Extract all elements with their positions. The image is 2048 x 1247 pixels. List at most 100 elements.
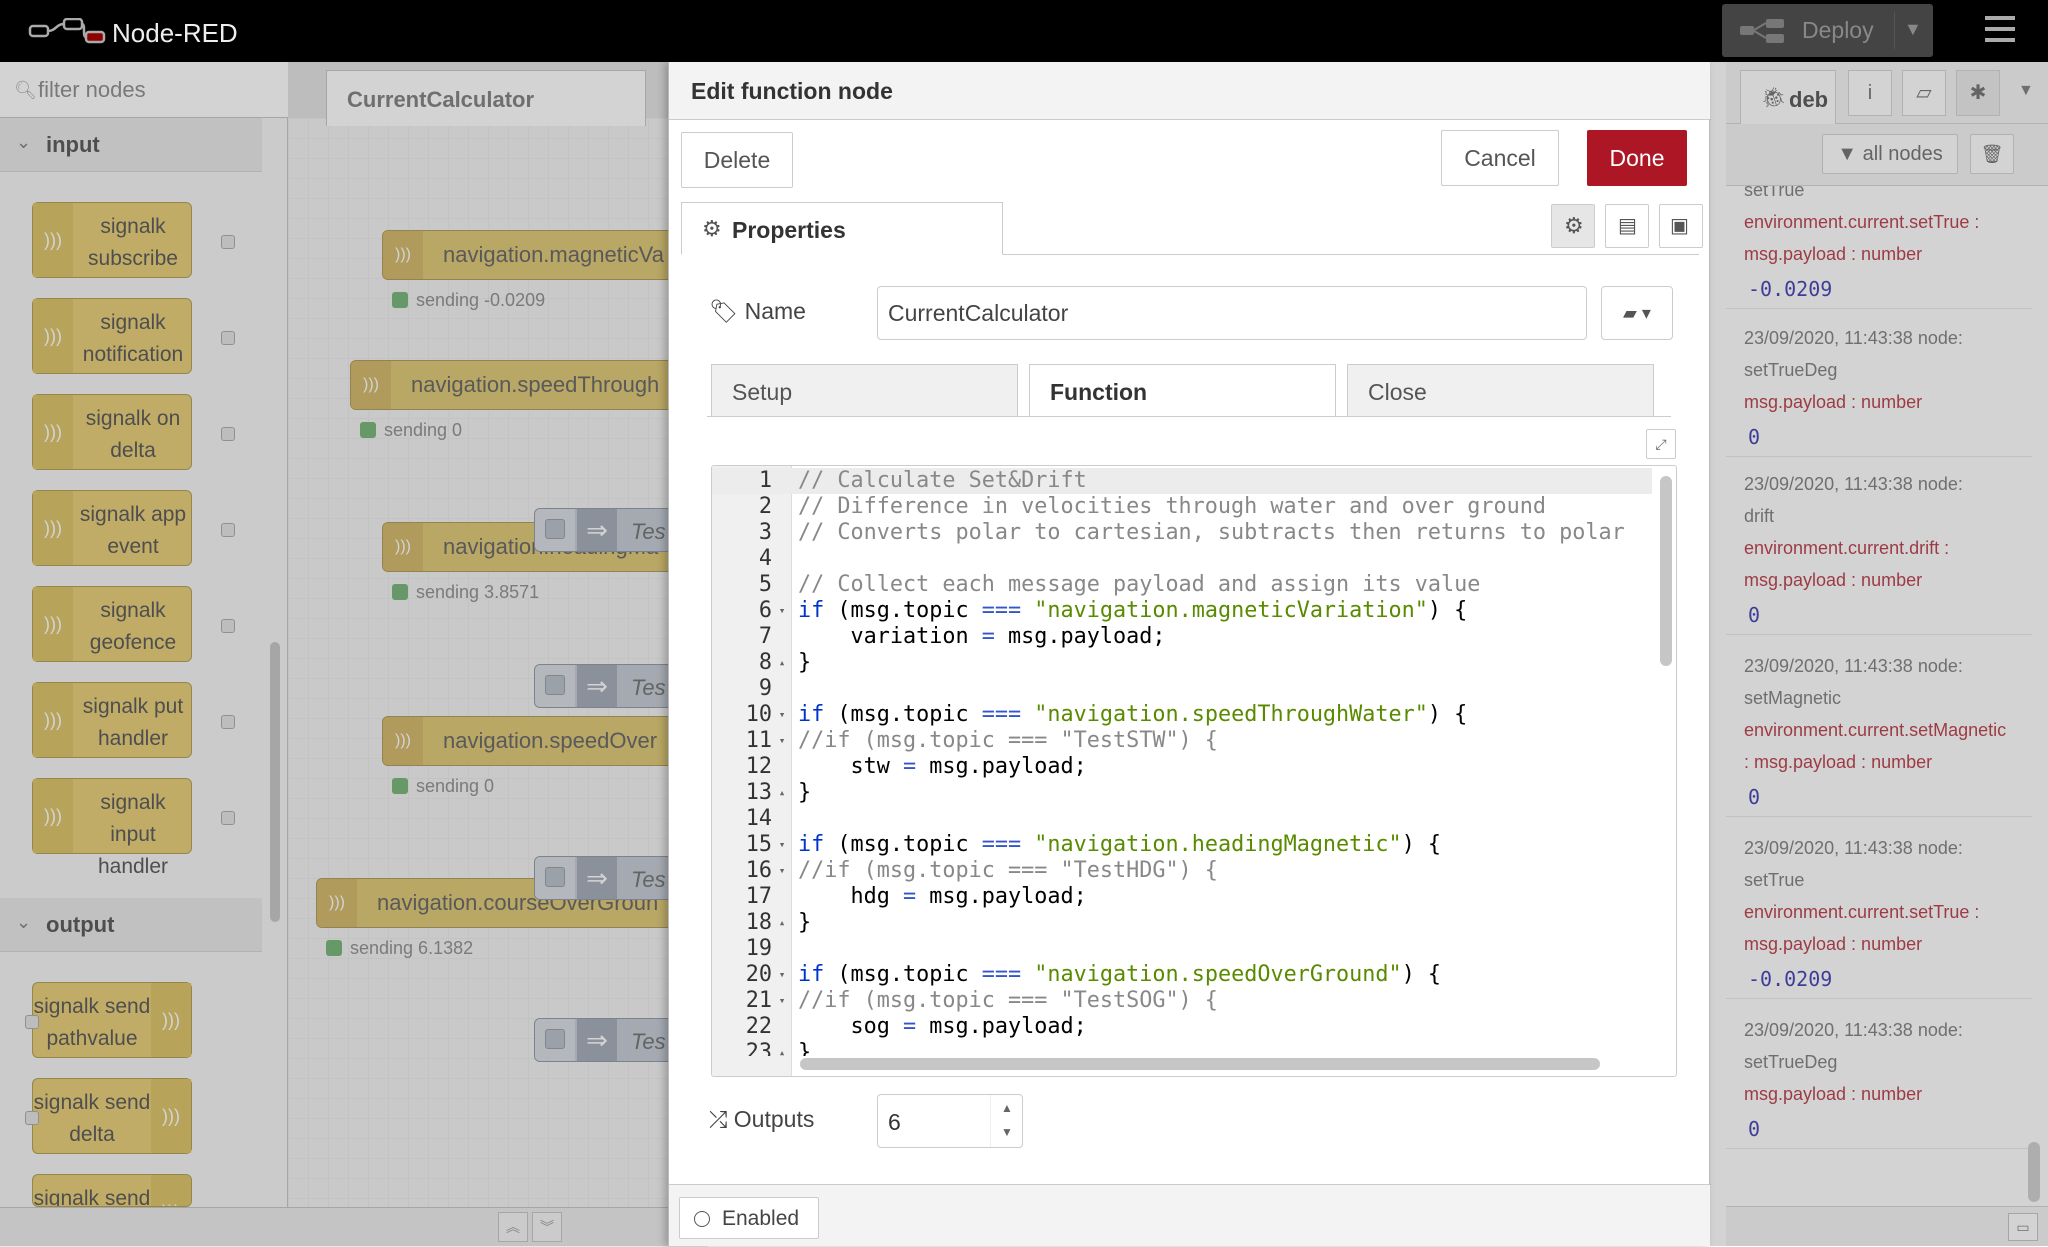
caret-down-icon[interactable]: ▼: [1904, 19, 1922, 40]
code-line: 3 // Converts polar to cartesian, subtrac…: [712, 520, 1652, 546]
fold-arrow-icon[interactable]: ▾: [776, 832, 788, 858]
fold-arrow-icon[interactable]: ▴: [776, 650, 788, 676]
outputs-label-text: Outputs: [733, 1106, 815, 1132]
code-text: // Calculate Set&Drift: [798, 468, 1087, 494]
expand-icon[interactable]: ⤢: [1646, 429, 1676, 459]
code-token: stw: [798, 754, 903, 779]
code-token: sog: [798, 1014, 903, 1039]
line-number: 12: [745, 754, 772, 779]
line-number: 3: [758, 520, 772, 545]
code-token: hdg: [798, 884, 903, 909]
code-token: if: [798, 702, 825, 727]
fold-arrow-icon[interactable]: ▾: [776, 728, 788, 754]
deploy-divider: [1894, 12, 1895, 49]
tab-properties[interactable]: ⚙ Properties: [681, 202, 1003, 255]
appearance-icon[interactable]: ▣: [1659, 204, 1703, 248]
name-label: 🏷︎ Name: [709, 298, 806, 325]
fold-arrow-icon[interactable]: ▴: [776, 780, 788, 806]
tab-function[interactable]: Function: [1029, 364, 1336, 417]
fold-arrow-icon[interactable]: ▾: [776, 702, 788, 728]
outputs-label: ⤮ Outputs: [709, 1106, 814, 1133]
code-text: if (msg.topic === "navigation.speedThrou…: [798, 702, 1467, 728]
done-button[interactable]: Done: [1587, 130, 1687, 186]
editor-horizontal-scrollbar[interactable]: [800, 1058, 1600, 1070]
line-number: 11: [745, 728, 772, 753]
code-token: ) {: [1401, 962, 1442, 987]
code-line: 2 // Difference in velocities through wat…: [712, 494, 1652, 520]
code-token: =: [902, 884, 917, 909]
delete-button[interactable]: Delete: [681, 132, 793, 188]
line-number: 2: [758, 494, 772, 519]
enabled-toggle[interactable]: Enabled: [679, 1197, 819, 1239]
caret-down-icon[interactable]: ▼: [1001, 1125, 1013, 1139]
code-token: ===: [981, 832, 1022, 857]
code-editor[interactable]: 1 // Calculate Set&Drift 2 // Difference in…: [711, 465, 1677, 1077]
code-text: // Collect each message payload and assi…: [798, 572, 1480, 598]
gear-icon: ⚙: [702, 216, 722, 241]
code-token: msg.payload;: [994, 624, 1166, 649]
fold-arrow-icon[interactable]: ▴: [776, 910, 788, 936]
code-token: if: [798, 598, 825, 623]
fold-arrow-icon[interactable]: ▴: [776, 1040, 788, 1056]
code-line: 23 ▴}: [712, 1040, 1652, 1056]
code-token: (msg.topic: [824, 598, 982, 623]
name-field[interactable]: [877, 286, 1587, 340]
library-button[interactable]: ▰ ▾: [1601, 286, 1673, 340]
code-line: 19: [712, 936, 1652, 962]
fold-arrow-icon[interactable]: ▾: [776, 962, 788, 988]
code-lines[interactable]: 1 // Calculate Set&Drift 2 // Difference in…: [712, 466, 1652, 1056]
tab-close[interactable]: Close: [1347, 364, 1654, 416]
outputs-stepper[interactable]: 6 ▲ ▼: [877, 1094, 1023, 1148]
code-token: msg.payload;: [916, 1014, 1087, 1039]
tray-header: Edit function node: [669, 62, 1711, 120]
code-line: 22 sog = msg.payload;: [712, 1014, 1652, 1040]
code-line: 8 ▴}: [712, 650, 1652, 676]
code-token: "navigation.magneticVariation": [1034, 598, 1428, 623]
code-text: sog = msg.payload;: [798, 1014, 1087, 1040]
edit-tray: Edit function node Delete Cancel Done ⚙ …: [668, 62, 1711, 1246]
code-token: // Collect each message payload and assi…: [798, 572, 1481, 597]
code-text: hdg = msg.payload;: [798, 884, 1086, 910]
code-line: 6 ▾ if (msg.topic === "navigation.magnetic…: [712, 598, 1652, 624]
code-token: ===: [981, 962, 1022, 987]
code-token: //if (msg.topic === "TestSTW") {: [798, 728, 1218, 753]
code-token: ===: [981, 702, 1022, 727]
code-line: 12 stw = msg.payload;: [712, 754, 1652, 780]
caret-up-icon[interactable]: ▲: [1001, 1101, 1013, 1115]
code-text: // Converts polar to cartesian, subtract…: [798, 520, 1625, 546]
deploy-button[interactable]: Deploy ▼: [1722, 4, 1933, 57]
code-token: // Difference in velocities through wate…: [798, 494, 1547, 519]
line-number: 22: [745, 1014, 772, 1039]
modal-shade: [0, 62, 668, 1246]
code-token: msg.payload;: [916, 754, 1087, 779]
tab-settings-gear-icon[interactable]: ⚙: [1551, 204, 1595, 248]
code-line: 21 ▾ //if (msg.topic === "TestSOG") {: [712, 988, 1652, 1014]
code-line: 4: [712, 546, 1652, 572]
fold-arrow-icon[interactable]: ▾: [776, 988, 788, 1014]
code-text: stw = msg.payload;: [798, 754, 1087, 780]
hamburger-menu-icon[interactable]: [1985, 16, 2015, 42]
code-token: ===: [981, 598, 1022, 623]
fold-arrow-icon[interactable]: ▾: [776, 858, 788, 884]
fold-arrow-icon[interactable]: ▾: [776, 598, 788, 624]
code-token: ) {: [1427, 702, 1468, 727]
tray-footer: Enabled: [669, 1184, 1711, 1246]
code-token: }: [798, 1040, 812, 1056]
enabled-label: Enabled: [722, 1207, 800, 1230]
code-token: ) {: [1427, 598, 1468, 623]
code-text: // Difference in velocities through wate…: [798, 494, 1546, 520]
cancel-button[interactable]: Cancel: [1441, 130, 1559, 186]
code-text: }: [798, 650, 811, 676]
description-icon[interactable]: ▤: [1605, 204, 1649, 248]
line-number: 19: [745, 936, 772, 961]
code-token: //if (msg.topic === "TestSOG") {: [798, 988, 1218, 1013]
code-token: "navigation.speedThroughWater": [1034, 702, 1428, 727]
code-line: 20 ▾ if (msg.topic === "navigation.speedOv…: [712, 962, 1652, 988]
editor-vertical-scrollbar[interactable]: [1660, 476, 1672, 666]
tab-setup[interactable]: Setup: [711, 364, 1018, 416]
code-token: if: [798, 962, 825, 987]
stepper-arrows[interactable]: ▲ ▼: [990, 1095, 1022, 1147]
code-line: 9: [712, 676, 1652, 702]
